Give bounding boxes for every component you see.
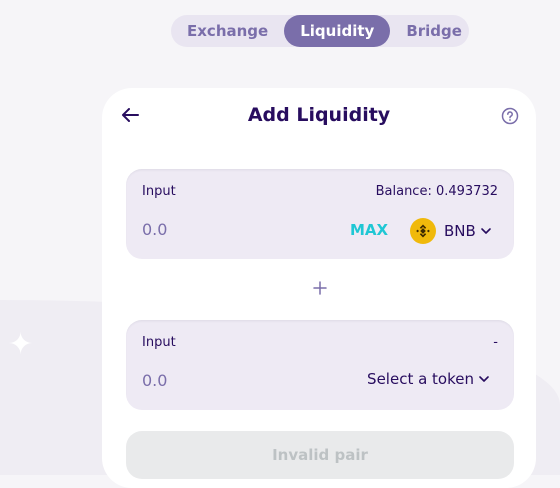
token-symbol: BNB (444, 222, 476, 240)
input-panel-b: Input - Select a token (126, 320, 514, 410)
chevron-down-icon (481, 228, 491, 234)
token-select-a[interactable]: BNB (410, 217, 492, 245)
balance-text: Balance: 0.493732 (375, 184, 498, 199)
tab-exchange[interactable]: Exchange (171, 15, 284, 47)
input-label: Input (142, 335, 176, 350)
max-button[interactable]: MAX (350, 221, 388, 239)
select-token-button[interactable]: Select a token (367, 370, 490, 388)
bnb-logo-icon (410, 218, 436, 244)
main-nav: Exchange Liquidity Bridge (171, 15, 469, 47)
add-liquidity-card: Add Liquidity Input Balance: 0.493732 MA… (102, 88, 536, 488)
balance-text: - (493, 335, 498, 350)
tab-liquidity[interactable]: Liquidity (284, 15, 391, 47)
select-token-label: Select a token (367, 370, 474, 388)
input-label: Input (142, 184, 176, 199)
plus-icon (313, 281, 327, 295)
chevron-down-icon (479, 376, 489, 382)
tab-bridge[interactable]: Bridge (390, 15, 478, 47)
invalid-pair-button[interactable]: Invalid pair (126, 431, 514, 479)
amount-input-a[interactable] (142, 220, 282, 239)
sparkle-icon: ✦ (8, 327, 34, 362)
amount-input-b[interactable] (142, 371, 282, 390)
input-panel-a: Input Balance: 0.493732 MAX BNB (126, 169, 514, 259)
help-circle-icon[interactable] (501, 107, 519, 125)
card-header: Add Liquidity (102, 88, 536, 148)
page-title: Add Liquidity (247, 104, 391, 126)
